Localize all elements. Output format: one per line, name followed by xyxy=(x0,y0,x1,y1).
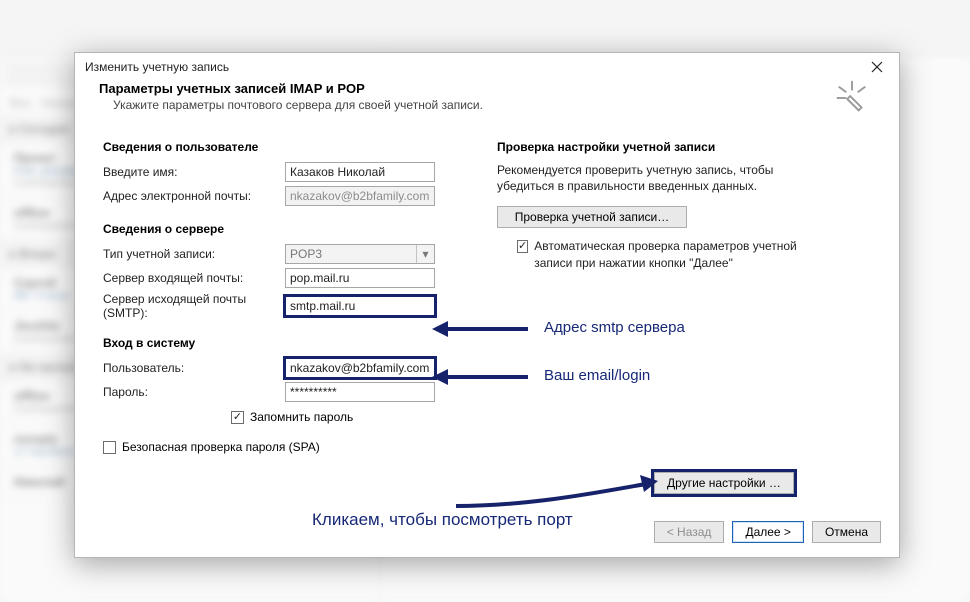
dialog-title: Изменить учетную запись xyxy=(85,60,229,74)
account-type-value: POP3 xyxy=(290,247,322,261)
login-section: Вход в систему xyxy=(103,336,473,350)
auto-verify-checkbox[interactable]: Автоматическая проверка параметров учетн… xyxy=(517,238,817,270)
username-label: Пользователь: xyxy=(103,361,285,375)
titlebar: Изменить учетную запись xyxy=(75,53,899,81)
spa-label: Безопасная проверка пароля (SPA) xyxy=(122,440,320,454)
header-title: Параметры учетных записей IMAP и POP xyxy=(99,81,875,96)
incoming-server-label: Сервер входящей почты: xyxy=(103,271,285,285)
other-settings-wrap: Другие настройки … xyxy=(654,472,794,494)
checkbox-checked-icon xyxy=(231,411,244,424)
remember-password-checkbox[interactable]: Запомнить пароль xyxy=(231,410,353,424)
password-label: Пароль: xyxy=(103,385,285,399)
cancel-button[interactable]: Отмена xyxy=(812,521,881,543)
next-button[interactable]: Далее > xyxy=(732,521,804,543)
verify-settings-section: Проверка настройки учетной записи xyxy=(497,140,871,154)
smtp-server-input[interactable] xyxy=(285,296,435,316)
close-icon xyxy=(871,61,883,73)
smtp-server-label: Сервер исходящей почты (SMTP): xyxy=(103,292,285,320)
account-type-select: POP3 ▾ xyxy=(285,244,435,264)
email-label: Адрес электронной почты: xyxy=(103,189,285,203)
header-area: Параметры учетных записей IMAP и POP Ука… xyxy=(75,81,899,122)
server-info-section: Сведения о сервере xyxy=(103,222,473,236)
header-subtitle: Укажите параметры почтового сервера для … xyxy=(113,98,875,112)
annotation-login: Ваш email/login xyxy=(544,367,650,384)
user-info-section: Сведения о пользователе xyxy=(103,140,473,154)
email-input xyxy=(285,186,435,206)
wizard-icon xyxy=(833,79,871,117)
incoming-server-input[interactable] xyxy=(285,268,435,288)
annotation-click: Кликаем, чтобы посмотреть порт xyxy=(312,510,573,530)
account-type-label: Тип учетной записи: xyxy=(103,247,285,261)
chevron-down-icon: ▾ xyxy=(416,245,434,263)
back-button: < Назад xyxy=(654,521,725,543)
checkbox-empty-icon xyxy=(103,441,116,454)
verify-description: Рекомендуется проверить учетную запись, … xyxy=(497,162,807,194)
password-input[interactable] xyxy=(285,382,435,402)
verify-account-button[interactable]: Проверка учетной записи… xyxy=(497,206,687,228)
checkbox-checked-icon xyxy=(517,240,528,253)
name-input[interactable] xyxy=(285,162,435,182)
spa-checkbox[interactable]: Безопасная проверка пароля (SPA) xyxy=(103,440,320,454)
other-settings-button[interactable]: Другие настройки … xyxy=(654,472,794,494)
name-label: Введите имя: xyxy=(103,165,285,179)
auto-verify-label: Автоматическая проверка параметров учетн… xyxy=(534,238,817,270)
remember-password-label: Запомнить пароль xyxy=(250,410,353,424)
close-button[interactable] xyxy=(861,57,893,77)
username-input[interactable] xyxy=(285,358,435,378)
annotation-smtp: Адрес smtp сервера xyxy=(544,319,685,336)
